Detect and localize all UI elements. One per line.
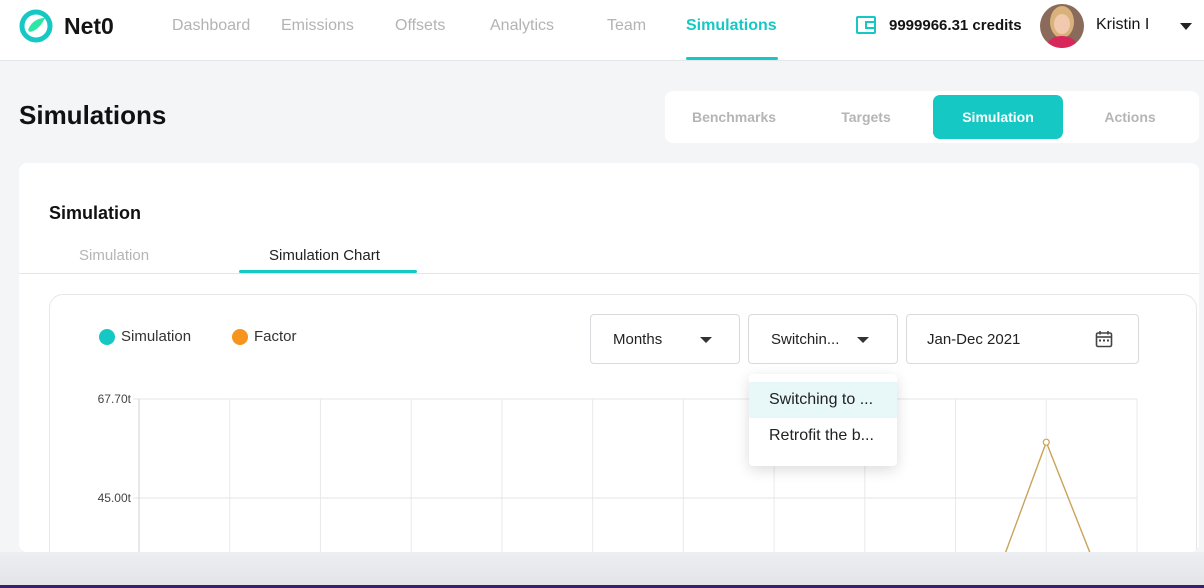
simulation-line-chart: 67.70t 45.00t bbox=[98, 392, 1138, 552]
dropdown-option-retrofit[interactable]: Retrofit the b... bbox=[749, 418, 897, 454]
dropdown-option-switching[interactable]: Switching to ... bbox=[749, 382, 897, 418]
data-point-factor bbox=[1042, 438, 1050, 446]
series-line-factor bbox=[1005, 441, 1047, 552]
y-tick-label: 45.00t bbox=[98, 491, 132, 505]
series-line-factor bbox=[1045, 441, 1091, 552]
action-dropdown-menu: Switching to ... Retrofit the b... bbox=[749, 374, 897, 466]
y-tick-label: 67.70t bbox=[98, 392, 132, 406]
bottom-edge bbox=[0, 552, 1204, 588]
